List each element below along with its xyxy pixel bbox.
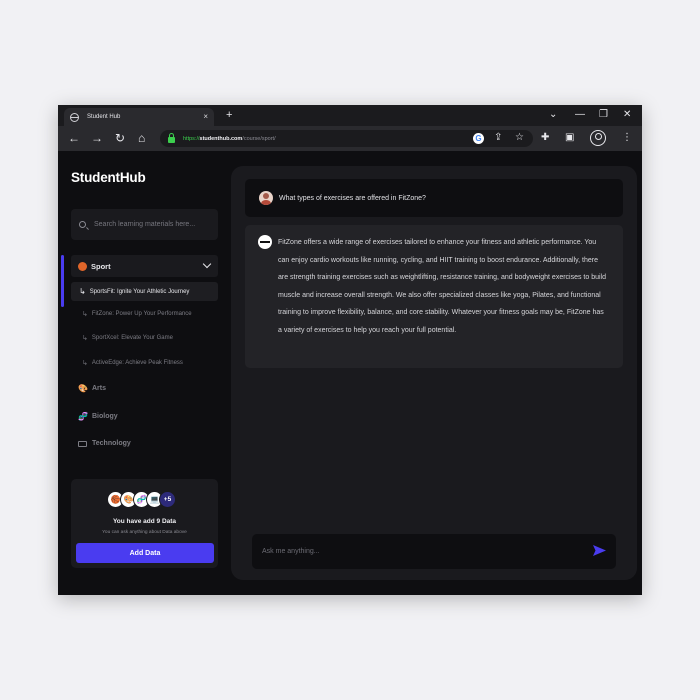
sidebar-item-label: Sport xyxy=(91,261,111,271)
subitem-label: SportsFit: Ignite Your Athletic Journey xyxy=(89,288,190,295)
data-count-title: You have add 9 Data xyxy=(112,518,177,525)
chat-panel: What types of exercises are offered in F… xyxy=(231,166,637,580)
lock-icon xyxy=(168,133,175,143)
search-icon xyxy=(79,221,86,228)
extensions-icon[interactable]: ✚ xyxy=(541,131,549,145)
sidebar-item-sport[interactable]: Sport xyxy=(71,255,218,277)
subitem-sportxcel[interactable]: ↳ SportXcel: Elevate Your Game xyxy=(82,334,173,342)
search-input[interactable]: Search learning materials here... xyxy=(71,209,218,240)
sidebar-item-arts[interactable]: 🎨 Arts xyxy=(78,384,106,393)
assistant-answer-bubble: FitZone offers a wide range of exercises… xyxy=(245,225,623,368)
subitem-label: ActiveEdge: Achieve Peak Fitness xyxy=(91,360,183,366)
restore-button[interactable]: ❐ xyxy=(599,107,608,123)
assistant-avatar xyxy=(258,235,272,249)
palette-icon: 🎨 xyxy=(78,384,88,393)
subitem-label: SportXcel: Elevate Your Game xyxy=(91,335,173,341)
sidebar-toggle-icon[interactable]: ▣ xyxy=(565,131,574,145)
close-window-button[interactable]: ✕ xyxy=(623,107,631,123)
new-tab-button[interactable]: + xyxy=(226,108,232,122)
reload-button[interactable]: ↻ xyxy=(115,130,125,146)
sidebar-item-technology[interactable]: Technology xyxy=(78,440,131,447)
data-count-subtitle: You can ask anything about Data above xyxy=(102,530,187,535)
subitem-activeedge[interactable]: ↳ ActiveEdge: Achieve Peak Fitness xyxy=(82,359,183,367)
data-summary-card: 🏀 🎨 🧬 💻 +5 You have add 9 Data You can a… xyxy=(71,479,218,568)
sidebar-item-label: Biology xyxy=(92,413,118,420)
sidebar-item-label: Technology xyxy=(92,440,131,447)
tab-close-icon[interactable]: × xyxy=(203,113,208,121)
basketball-icon xyxy=(78,261,87,271)
share-icon[interactable]: ⇪ xyxy=(494,131,502,145)
url-text: https://studenthub.com/course/sport/ xyxy=(183,135,276,142)
question-text: What types of exercises are offered in F… xyxy=(279,194,426,202)
browser-window: Student Hub × + ⌄ — ❐ ✕ ← → ↻ ⌂ https://… xyxy=(58,105,642,595)
app-logo[interactable]: StudentHub xyxy=(71,170,146,185)
profile-icon[interactable] xyxy=(590,130,606,146)
subitem-label: FitZone: Power Up Your Performance xyxy=(91,311,192,317)
search-placeholder: Search learning materials here... xyxy=(94,221,196,228)
subitem-fitzone[interactable]: ↳ FitZone: Power Up Your Performance xyxy=(82,310,192,318)
back-button[interactable]: ← xyxy=(68,130,80,146)
active-indicator xyxy=(61,255,64,307)
answer-text: FitZone offers a wide range of exercises… xyxy=(278,239,607,334)
user-question-bubble: What types of exercises are offered in F… xyxy=(245,179,623,217)
add-data-button[interactable]: Add Data xyxy=(76,543,214,563)
subitem-arrow-icon: ↳ xyxy=(82,335,88,342)
chevron-down-icon[interactable] xyxy=(202,259,212,269)
home-button[interactable]: ⌂ xyxy=(138,130,145,146)
tab-strip: Student Hub × + ⌄ — ❐ ✕ xyxy=(58,105,642,126)
user-avatar xyxy=(259,191,273,205)
browser-menu-icon[interactable]: ⋮ xyxy=(622,131,632,145)
subitem-sportsfit[interactable]: ↳ SportsFit: Ignite Your Athletic Journe… xyxy=(71,282,218,301)
subitem-arrow-icon: ↳ xyxy=(82,360,88,367)
chat-input-placeholder: Ask me anything... xyxy=(262,548,320,555)
more-count-badge: +5 xyxy=(159,491,176,508)
dna-icon: 🧬 xyxy=(78,412,88,421)
browser-toolbar: ← → ↻ ⌂ https://studenthub.com/course/sp… xyxy=(58,126,642,151)
page-content: StudentHub Search learning materials her… xyxy=(58,151,642,595)
chat-input[interactable]: Ask me anything... xyxy=(252,534,616,569)
tab-title: Student Hub xyxy=(87,114,121,120)
minimize-button[interactable]: — xyxy=(575,107,585,123)
send-icon[interactable] xyxy=(593,545,606,556)
sidebar-item-label: Arts xyxy=(92,385,107,392)
google-icon[interactable]: G xyxy=(473,133,484,144)
tab-search-icon[interactable]: ⌄ xyxy=(549,107,557,123)
browser-tab[interactable]: Student Hub × xyxy=(64,108,214,126)
subitem-arrow-icon: ↳ xyxy=(82,311,88,318)
globe-icon xyxy=(70,112,79,122)
data-avatars: 🏀 🎨 🧬 💻 +5 xyxy=(107,491,176,508)
bookmark-star-icon[interactable]: ☆ xyxy=(515,131,524,145)
laptop-icon xyxy=(78,440,87,447)
sidebar-item-biology[interactable]: 🧬 Biology xyxy=(78,412,118,421)
subitem-arrow-icon: ↳ xyxy=(79,287,86,296)
forward-button[interactable]: → xyxy=(91,130,103,146)
